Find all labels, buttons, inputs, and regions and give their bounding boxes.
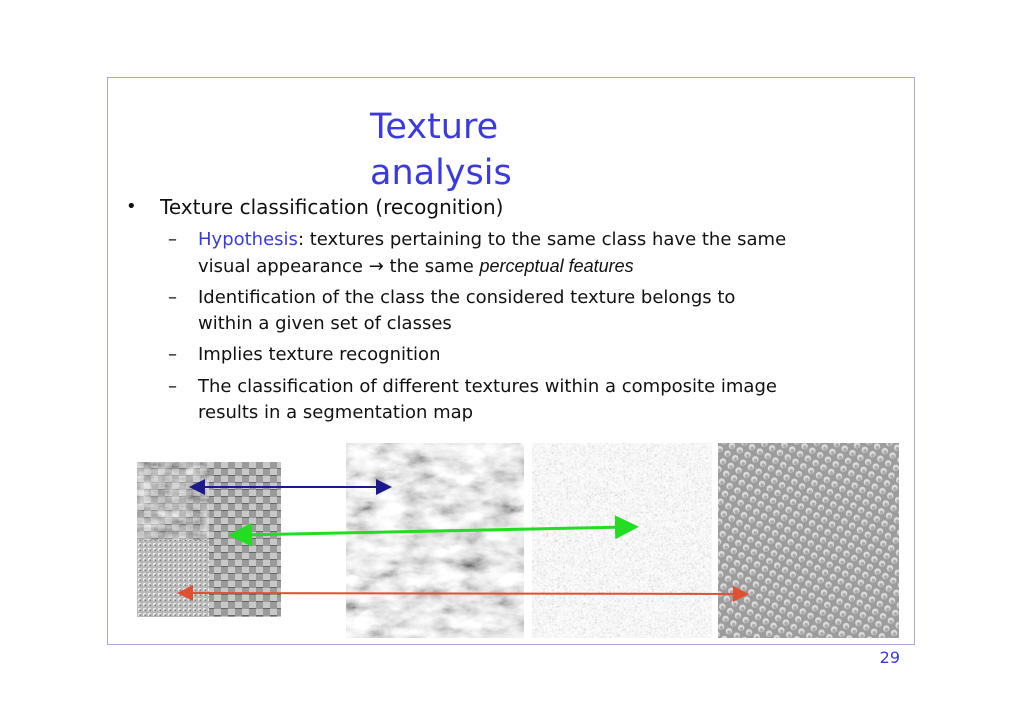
red-arrow [177, 585, 749, 602]
green-arrow [228, 515, 639, 547]
correspondence-arrows [177, 479, 749, 602]
page-number: 29 [879, 648, 900, 667]
